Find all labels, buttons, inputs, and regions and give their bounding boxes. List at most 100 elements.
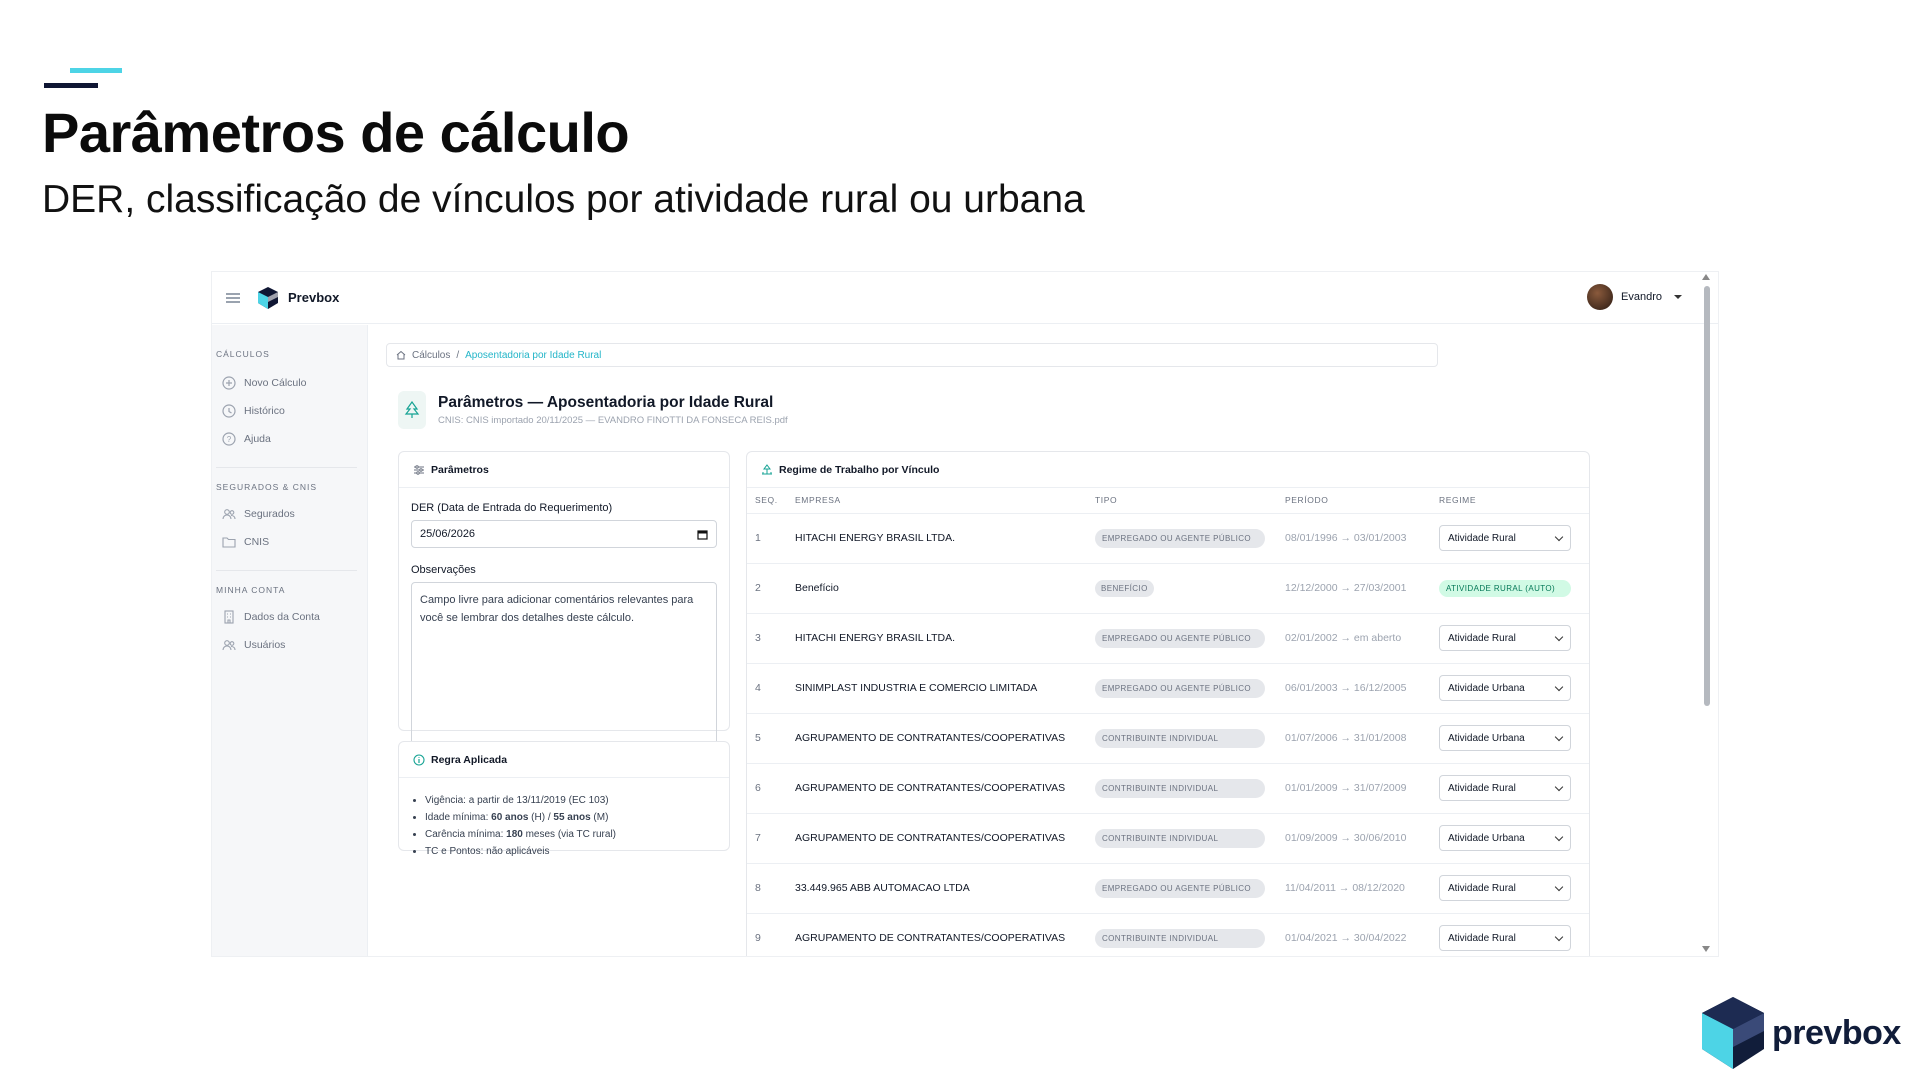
regime-value: Atividade Rural [1448,932,1516,944]
breadcrumb-separator: / [456,349,460,361]
scroll-up-icon[interactable] [1702,274,1710,280]
vinculos-table: SEQ. EMPRESA TIPO PERÍODO REGIME 1 HITACH… [747,488,1589,956]
page-header: Parâmetros — Aposentadoria por Idade Rur… [398,391,788,429]
cell-tipo: BENEFÍCIO [1087,563,1277,614]
params-card-title: Parâmetros [431,463,489,476]
scroll-thumb[interactable] [1704,286,1710,706]
rule-card-header: Regra Aplicada [399,742,729,778]
cell-regime: Atividade Urbana [1431,713,1589,764]
cell-regime: Atividade Rural [1431,863,1589,914]
cell-seq: 9 [747,913,787,956]
cell-periodo: 11/04/2011 → 08/12/2020 [1277,863,1431,914]
logo-wordmark: prevbox [1772,1013,1901,1052]
col-seq: SEQ. [747,488,787,514]
accent-bar-bottom [44,83,98,88]
cell-seq: 5 [747,713,787,764]
cell-tipo: EMPREGADO OU AGENTE PÚBLICO [1087,663,1277,714]
slide: Parâmetros de cálculo DER, classificação… [0,0,1920,1080]
table-row: 8 33.449.965 ABB AUTOMACAO LTDA EMPREGADO … [747,863,1589,914]
table-row: 5 AGRUPAMENTO DE CONTRATANTES/COOPERATIVA… [747,713,1589,764]
regime-select[interactable]: Atividade Rural [1439,875,1571,901]
cell-empresa: AGRUPAMENTO DE CONTRATANTES/COOPERATIVAS [787,813,1087,864]
regime-select[interactable]: Atividade Urbana [1439,725,1571,751]
regime-select[interactable]: Atividade Rural [1439,525,1571,551]
brand-name: Prevbox [288,290,340,305]
regime-select[interactable]: Atividade Urbana [1439,825,1571,851]
rule-list: Vigência: a partir de 13/11/2019 (EC 103… [399,778,729,860]
sidebar-item-segurados[interactable]: Segurados [212,500,367,528]
sidebar-item-cnis[interactable]: CNIS [212,528,367,556]
params-card: Parâmetros DER (Data de Entrada do Reque… [398,451,730,758]
chevron-down-icon [1554,532,1564,541]
rule-item: Vigência: a partir de 13/11/2019 (EC 103… [425,792,729,809]
cell-empresa: HITACHI ENERGY BRASIL LTDA. [787,613,1087,664]
sidebar-item-historico[interactable]: Histórico [212,397,367,425]
sidebar-section-title: CÁLCULOS [216,349,270,359]
regime-select[interactable]: Atividade Urbana [1439,675,1571,701]
cell-tipo: EMPREGADO OU AGENTE PÚBLICO [1087,613,1277,664]
table-row: 7 AGRUPAMENTO DE CONTRATANTES/COOPERATIVA… [747,813,1589,864]
cell-regime: Atividade Urbana [1431,663,1589,714]
breadcrumb: Cálculos / Aposentadoria por Idade Rural [386,343,1438,367]
tipo-badge: CONTRIBUINTE INDIVIDUAL [1095,928,1265,948]
vinculos-card: Regime de Trabalho por Vínculo SEQ. EMPR… [746,451,1590,956]
sidebar-item-label: Segurados [244,508,295,520]
breadcrumb-current: Aposentadoria por Idade Rural [465,349,602,361]
sidebar-section-title: SEGURADOS & CNIS [216,482,318,492]
sidebar-section-title: MINHA CONTA [216,585,286,595]
regime-select[interactable]: Atividade Rural [1439,775,1571,801]
prevbox-logo: prevbox [1702,997,1901,1069]
col-regime: REGIME [1431,488,1589,514]
app-screenshot: Prevbox Evandro CÁLCULOS Novo Cálculo Hi… [212,272,1718,956]
regime-auto-badge: ATIVIDADE RURAL (AUTO) [1439,579,1571,597]
calendar-icon[interactable] [697,529,708,540]
cell-periodo: 01/07/2006 → 31/01/2008 [1277,713,1431,764]
users-icon [222,640,236,651]
cell-regime: Atividade Rural [1431,513,1589,564]
sidebar-item-usuarios[interactable]: Usuários [212,631,367,659]
cell-tipo: CONTRIBUINTE INDIVIDUAL [1087,913,1277,956]
slide-title: Parâmetros de cálculo [42,101,630,164]
menu-icon[interactable] [226,292,240,303]
breadcrumb-root[interactable]: Cálculos [412,350,450,361]
tipo-badge: CONTRIBUINTE INDIVIDUAL [1095,828,1265,848]
chevron-down-icon [1554,782,1564,791]
cell-seq: 7 [747,813,787,864]
cell-regime: Atividade Urbana [1431,813,1589,864]
scroll-down-icon[interactable] [1702,946,1710,952]
cell-regime: Atividade Rural [1431,913,1589,956]
cell-periodo: 08/01/1996 → 03/01/2003 [1277,513,1431,564]
obs-textarea[interactable]: Campo livre para adicionar comentários r… [411,582,717,758]
scrollbar[interactable] [1702,274,1710,954]
cell-tipo: CONTRIBUINTE INDIVIDUAL [1087,763,1277,814]
home-icon[interactable] [396,350,406,360]
sidebar-item-novo-calculo[interactable]: Novo Cálculo [212,369,367,397]
col-periodo: PERÍODO [1277,488,1431,514]
cell-empresa: SINIMPLAST INDUSTRIA E COMERCIO LIMITADA [787,663,1087,714]
chevron-down-icon [1554,732,1564,741]
regime-value: Atividade Rural [1448,882,1516,894]
sidebar-item-label: Usuários [244,639,286,651]
cell-empresa: HITACHI ENERGY BRASIL LTDA. [787,513,1087,564]
regime-select[interactable]: Atividade Rural [1439,925,1571,951]
sidebar-item-ajuda[interactable]: ? Ajuda [212,425,367,453]
table-header-row: SEQ. EMPRESA TIPO PERÍODO REGIME [747,488,1589,514]
caret-down-icon [1674,295,1682,299]
regime-value: Atividade Rural [1448,532,1516,544]
regime-select[interactable]: Atividade Rural [1439,625,1571,651]
main-content: Cálculos / Aposentadoria por Idade Rural… [368,325,1698,956]
sidebar-item-dados-conta[interactable]: Dados da Conta [212,603,367,631]
cell-seq: 2 [747,563,787,614]
help-icon: ? [222,432,236,446]
plus-circle-icon [222,376,236,390]
tipo-badge: EMPREGADO OU AGENTE PÚBLICO [1095,878,1265,898]
cell-seq: 8 [747,863,787,914]
rule-item: TC e Pontos: não aplicáveis [425,843,729,860]
user-menu[interactable]: Evandro [1587,284,1682,310]
hierarchy-icon [762,464,772,475]
der-date-input[interactable]: 25/06/2026 [411,520,717,548]
chevron-down-icon [1554,882,1564,891]
chevron-down-icon [1554,682,1564,691]
page-subtitle: CNIS: CNIS importado 20/11/2025 — EVANDR… [438,415,788,426]
params-card-header: Parâmetros [399,452,729,488]
